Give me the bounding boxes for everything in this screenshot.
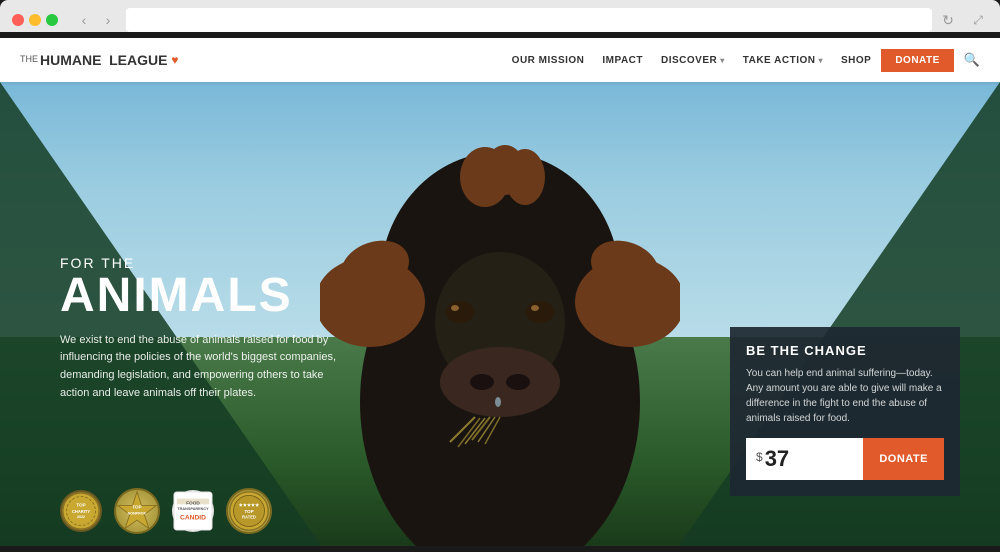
browser-dots [12,14,58,26]
badge-top-nonprofit: TOP NONPROF. [114,488,160,534]
svg-text:Candid: Candid [180,515,206,522]
logo-humane: HUMANE [40,52,101,68]
refresh-button[interactable]: ↻ [938,10,958,30]
search-icon[interactable]: 🔍 [964,52,980,68]
svg-text:CHARITY: CHARITY [72,509,90,514]
svg-text:TOP: TOP [244,509,253,514]
donate-button[interactable]: DONATE [863,438,944,480]
logo-heart-icon: ♥ [171,53,178,67]
donate-amount-value[interactable]: 37 [765,446,789,472]
chevron-down-icon: ▾ [818,56,823,65]
forward-button[interactable]: › [98,10,118,30]
website-content: THE HUMANE LEAGUE ♥ OUR MISSION IMPACT D… [0,38,1000,546]
cow-image [320,122,680,542]
widget-description: You can help end animal suffering—today.… [746,366,944,426]
url-input[interactable] [126,8,932,32]
maximize-dot[interactable] [46,14,58,26]
hero-animals-text: ANIMALS [60,272,340,320]
back-button[interactable]: ‹ [74,10,94,30]
donate-input-row: $ 37 DONATE [746,438,944,480]
nav-donate-button[interactable]: DONATE [881,49,953,72]
svg-text:TOP: TOP [132,504,141,509]
award-badges: TOP CHARITY 2022 TOP NONPROF. Food Trans… [60,488,272,534]
hero-text-content: FOR THE ANIMALS We exist to end the abus… [60,255,340,402]
svg-text:RATED: RATED [242,514,256,519]
expand-button[interactable]: ⤢ [968,10,988,30]
chevron-down-icon: ▾ [720,56,725,65]
browser-navigation: ‹ › [74,10,118,30]
nav-item-shop[interactable]: SHOP [841,55,871,66]
badge-top-charity: TOP CHARITY 2022 [60,490,102,532]
nav-item-impact[interactable]: IMPACT [602,55,643,66]
logo-league: LEAGUE [109,52,167,68]
donate-widget: BE THE CHANGE You can help end animal su… [730,327,960,496]
nav-item-our-mission[interactable]: OUR MISSION [512,55,585,66]
widget-title: BE THE CHANGE [746,343,944,358]
site-logo[interactable]: THE HUMANE LEAGUE ♥ [20,52,179,68]
svg-text:2022: 2022 [77,515,85,519]
svg-text:Food: Food [186,500,200,506]
svg-text:Transparency: Transparency [177,507,209,511]
badge-candid: Food Transparency Candid [172,490,214,532]
site-navigation: THE HUMANE LEAGUE ♥ OUR MISSION IMPACT D… [0,38,1000,82]
svg-text:NONPROF.: NONPROF. [128,512,147,516]
logo-the: THE [20,54,38,64]
minimize-dot[interactable] [29,14,41,26]
dollar-sign: $ [756,450,763,464]
browser-chrome: ‹ › ↻ ⤢ [0,0,1000,32]
nav-item-discover[interactable]: DISCOVER ▾ [661,55,725,66]
svg-text:TOP: TOP [76,502,85,507]
hero-description: We exist to end the abuse of animals rai… [60,332,340,402]
donate-amount-box[interactable]: $ 37 [746,438,863,480]
nav-item-take-action[interactable]: TAKE ACTION ▾ [743,55,823,66]
badge-top-rated: ★★★★★ TOP RATED [226,488,272,534]
svg-text:★★★★★: ★★★★★ [239,502,260,507]
url-bar-container: ↻ ⤢ [126,8,988,32]
nav-links-list: OUR MISSION IMPACT DISCOVER ▾ TAKE ACTIO… [512,55,872,66]
close-dot[interactable] [12,14,24,26]
browser-titlebar: ‹ › ↻ ⤢ [12,8,988,32]
hero-section: FOR THE ANIMALS We exist to end the abus… [0,82,1000,546]
